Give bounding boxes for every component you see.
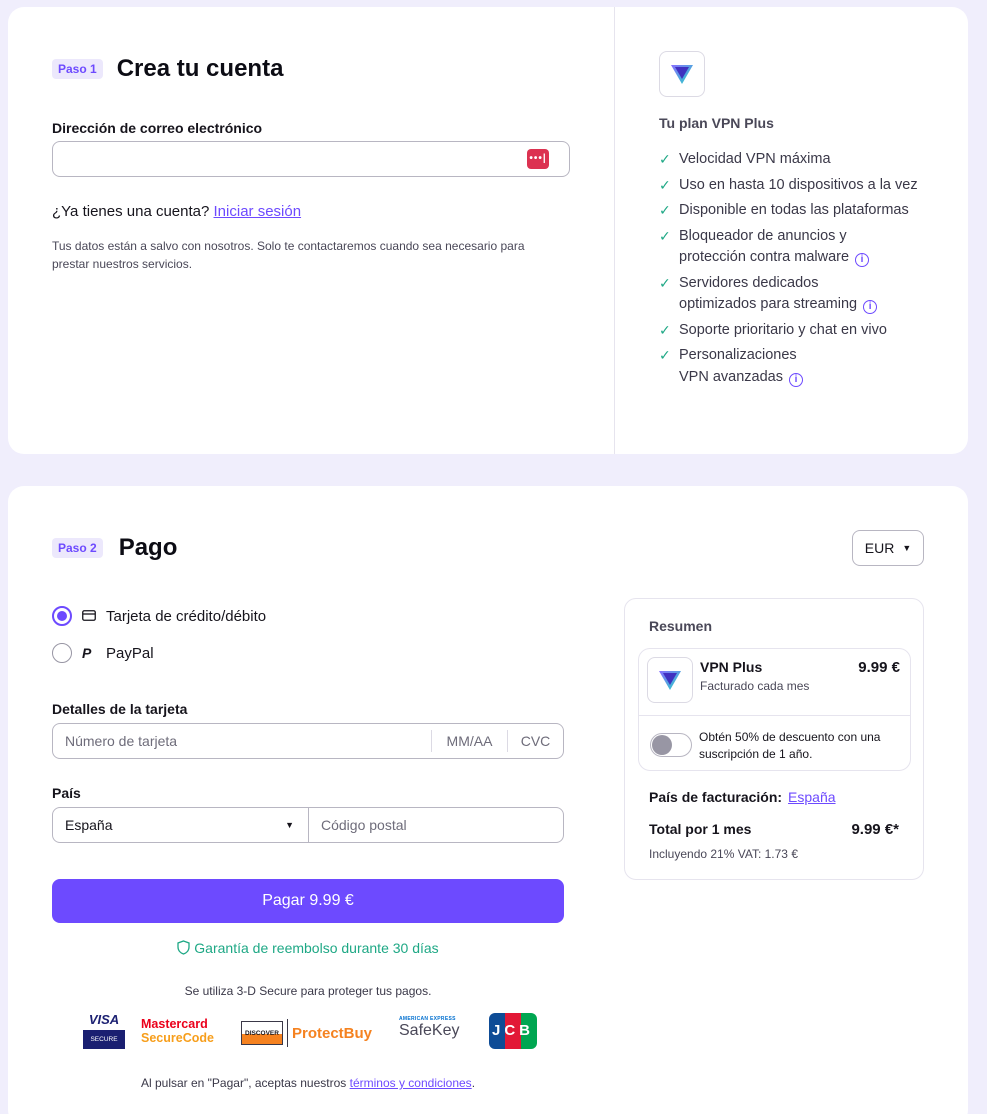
country-label: País xyxy=(52,785,81,801)
card-radio[interactable] xyxy=(52,606,72,626)
money-back-guarantee: Garantía de reembolso durante 30 días xyxy=(52,940,564,956)
plan-price: 9.99 € xyxy=(858,659,900,676)
card-number-input[interactable]: Número de tarjeta xyxy=(53,733,431,749)
discount-text: Obtén 50% de descuento con una suscripci… xyxy=(699,730,881,761)
payment-title: Pago xyxy=(118,534,178,561)
vpn-logo-icon xyxy=(647,657,693,703)
info-icon[interactable]: i xyxy=(855,253,870,267)
total-label: Total por 1 mes xyxy=(649,821,752,837)
card-details-label: Detalles de la tarjeta xyxy=(52,701,188,717)
currency-select[interactable]: EUR ▼ xyxy=(852,530,924,566)
divider xyxy=(639,715,910,716)
summary-title: Resumen xyxy=(649,618,713,634)
card-details-input: Número de tarjeta MM/AA CVC xyxy=(52,723,564,759)
step2-header: Paso 2 Pago xyxy=(52,534,177,562)
step2-badge: Paso 2 xyxy=(52,538,103,558)
have-account-text: ¿Ya tienes una cuenta? xyxy=(52,203,210,220)
jcb-logo: JCB xyxy=(489,1013,537,1049)
secure-note: Se utiliza 3-D Secure para proteger tus … xyxy=(184,984,432,998)
plan-name: VPN Plus xyxy=(700,659,763,675)
list-item: ✓ Disponible en todas las plataformas xyxy=(659,200,959,222)
terms-link[interactable]: términos y condiciones xyxy=(350,1076,472,1090)
country-select[interactable]: España ▼ xyxy=(53,808,309,842)
vpn-logo-icon xyxy=(659,51,705,97)
plan-section: Tu plan VPN Plus ✓ Velocidad VPN máxima ✓… xyxy=(614,7,968,454)
list-item: ✓ Servidores dedicados optimizados para s… xyxy=(659,273,959,316)
password-manager-icon[interactable]: •••| xyxy=(527,149,549,169)
total-value: 9.99 €* xyxy=(851,821,899,838)
credit-card-icon xyxy=(82,608,100,624)
security-logos: VISA SECURE Mastercard SecureCode DISCOV… xyxy=(83,1012,543,1052)
vat-note: Incluyendo 21% VAT: 1.73 € xyxy=(649,847,798,861)
sign-in-prompt: ¿Ya tienes una cuenta? Iniciar sesión xyxy=(52,203,301,220)
billing-cycle: Facturado cada mes xyxy=(700,679,810,693)
check-icon: ✓ xyxy=(659,202,671,218)
step1-badge: Paso 1 xyxy=(52,59,103,79)
mastercard-securecode-logo: Mastercard SecureCode xyxy=(141,1017,214,1046)
order-summary: Resumen VPN Plus 9.99 € Facturado cada m… xyxy=(624,598,924,880)
shield-icon xyxy=(177,940,190,955)
check-icon: ✓ xyxy=(659,347,671,363)
caret-down-icon: ▼ xyxy=(902,543,912,553)
email-label: Dirección de correo electrónico xyxy=(52,120,263,136)
caret-down-icon: ▼ xyxy=(285,820,294,830)
paypal-icon: P xyxy=(82,645,92,661)
pay-button[interactable]: Pagar 9.99 € xyxy=(52,879,564,923)
step1-header: Paso 1 Crea tu cuenta xyxy=(52,55,283,83)
billing-country-link[interactable]: España xyxy=(788,789,835,805)
check-icon: ✓ xyxy=(659,227,671,244)
list-item: ✓ Personalizaciones VPN avanzadas i xyxy=(659,345,959,388)
list-item: ✓ Uso en hasta 10 dispositivos a la vez xyxy=(659,175,959,197)
check-icon: ✓ xyxy=(659,151,671,167)
payment-card: Paso 2 Pago EUR ▼ Tarjeta de crédito/débi… xyxy=(8,486,968,1114)
check-icon: ✓ xyxy=(659,321,671,338)
cvc-input[interactable]: CVC xyxy=(507,730,563,752)
list-item: ✓ Velocidad VPN máxima xyxy=(659,149,959,171)
discover-protectbuy-logo: DISCOVER ProtectBuy xyxy=(241,1018,385,1048)
create-account-card: Paso 1 Crea tu cuenta Dirección de corre… xyxy=(8,7,968,454)
amex-safekey-logo: AMERICAN EXPRESS SafeKey xyxy=(399,1016,460,1039)
billing-country: País de facturación: España xyxy=(649,789,836,805)
annual-discount-toggle[interactable] xyxy=(650,733,692,757)
info-icon[interactable]: i xyxy=(863,300,878,314)
visa-secure-logo: VISA SECURE xyxy=(83,1012,125,1050)
plan-summary-box: VPN Plus 9.99 € Facturado cada mes Obtén… xyxy=(638,648,911,771)
privacy-note: Tus datos están a salvo con nosotros. So… xyxy=(52,239,525,271)
email-field[interactable]: •••| xyxy=(52,141,570,177)
feature-list: ✓ Velocidad VPN máxima ✓ Uso en hasta 10 d… xyxy=(659,149,959,392)
plan-title: Tu plan VPN Plus xyxy=(659,115,774,131)
terms-note: Al pulsar en "Pagar", aceptas nuestros t… xyxy=(140,1076,476,1090)
method-paypal-option[interactable]: P PayPal xyxy=(52,643,154,663)
method-card-option[interactable]: Tarjeta de crédito/débito xyxy=(52,606,266,626)
account-section: Paso 1 Crea tu cuenta Dirección de corre… xyxy=(8,7,614,454)
expiry-input[interactable]: MM/AA xyxy=(431,730,507,752)
list-item: ✓ Bloqueador de anuncios y protección con… xyxy=(659,226,959,269)
info-icon[interactable]: i xyxy=(788,372,803,387)
paypal-radio[interactable] xyxy=(52,643,72,663)
check-icon: ✓ xyxy=(659,274,671,291)
country-postal-group: España ▼ Código postal xyxy=(52,807,564,843)
page-title: Crea tu cuenta xyxy=(116,55,284,82)
check-icon: ✓ xyxy=(659,176,671,193)
sign-in-link[interactable]: Iniciar sesión xyxy=(214,203,302,220)
list-item: ✓ Soporte prioritario y chat en vivo xyxy=(659,320,959,342)
postal-code-input[interactable]: Código postal xyxy=(309,817,407,833)
